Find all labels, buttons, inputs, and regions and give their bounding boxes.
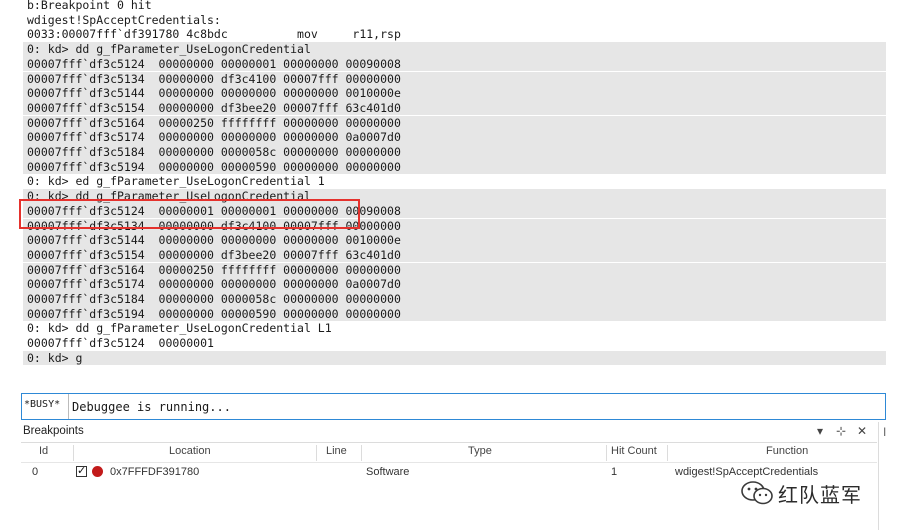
output-line: 00007fff`df3c5154 00000000 df3bee20 0000… — [23, 100, 886, 116]
breakpoints-title: Breakpoints — [23, 425, 84, 437]
command-input[interactable] — [68, 394, 881, 419]
column-header-location[interactable]: Location — [169, 445, 211, 457]
header-divider — [21, 462, 877, 463]
column-separator[interactable] — [606, 445, 607, 461]
output-line: 0033:00007fff`df391780 4c8bdc mov r11,rs… — [27, 27, 401, 42]
watermark: 红队蓝军 — [740, 478, 862, 508]
output-line: 00007fff`df3c5194 00000000 00000590 0000… — [23, 159, 886, 175]
output-line: 00007fff`df3c5134 00000000 df3c4100 0000… — [23, 71, 886, 86]
breakpoint-type: Software — [366, 466, 410, 478]
column-header-function[interactable]: Function — [766, 445, 808, 457]
watermark-text: 红队蓝军 — [778, 482, 862, 507]
output-line: 00007fff`df3c5174 00000000 00000000 0000… — [23, 130, 886, 145]
debugger-output-pane[interactable]: b:Breakpoint 0 hit wdigest!SpAcceptCreden… — [23, 0, 886, 388]
output-line: 00007fff`df3c5184 00000000 0000058c 0000… — [23, 292, 886, 307]
column-separator[interactable] — [361, 445, 362, 461]
output-line: wdigest!SpAcceptCredentials: — [27, 12, 221, 27]
dropdown-icon[interactable]: ▾ — [817, 424, 823, 438]
column-header-hitcount[interactable]: Hit Count — [611, 445, 657, 457]
output-line: 00007fff`df3c5184 00000000 0000058c 0000… — [23, 145, 886, 160]
column-header-line[interactable]: Line — [326, 445, 347, 457]
breakpoint-hitcount: 1 — [611, 466, 618, 478]
output-line: 00007fff`df3c5194 00000000 00000590 0000… — [23, 306, 886, 322]
output-line: 00007fff`df3c5164 00000250 ffffffff 0000… — [23, 262, 886, 278]
output-line: b:Breakpoint 0 hit — [27, 0, 152, 12]
output-line: 00007fff`df3c5154 00000000 df3bee20 0000… — [23, 247, 886, 263]
breakpoints-panel: Breakpoints ▾ ⊹ ✕ Id Location Line Type … — [21, 422, 877, 530]
wechat-icon — [740, 480, 774, 506]
output-line: 0: kd> dd g_fParameter_UseLogonCredentia… — [23, 42, 886, 57]
enabled-checkbox[interactable] — [76, 464, 87, 477]
breakpoints-titlebar: Breakpoints ▾ ⊹ ✕ — [21, 422, 877, 443]
column-header-id[interactable]: Id — [39, 445, 48, 457]
output-line: 00007fff`df3c5164 00000250 ffffffff 0000… — [23, 115, 886, 131]
column-separator[interactable] — [316, 445, 317, 461]
column-separator[interactable] — [667, 445, 668, 461]
close-icon[interactable]: ✕ — [857, 424, 867, 438]
output-line: 00007fff`df3c5144 00000000 00000000 0000… — [23, 233, 886, 248]
column-header-type[interactable]: Type — [468, 445, 492, 457]
side-panel-marker: I — [883, 425, 887, 439]
output-line: 00007fff`df3c5124 00000001 — [27, 336, 214, 351]
output-line: 00007fff`df3c5144 00000000 00000000 0000… — [23, 86, 886, 101]
breakpoint-id: 0 — [32, 466, 39, 478]
highlight-box — [19, 199, 360, 229]
side-panel-edge: I — [878, 422, 899, 530]
busy-status: *BUSY* — [24, 399, 61, 410]
breakpoint-function: wdigest!SpAcceptCredentials — [675, 466, 819, 478]
pin-icon[interactable]: ⊹ — [836, 424, 846, 438]
output-line: 00007fff`df3c5124 00000000 00000001 0000… — [23, 56, 886, 72]
output-line: 00007fff`df3c5174 00000000 00000000 0000… — [23, 277, 886, 292]
output-line: 0: kd> ed g_fParameter_UseLogonCredentia… — [27, 174, 325, 189]
breakpoint-dot-icon — [92, 466, 103, 477]
column-separator[interactable] — [73, 445, 74, 461]
breakpoint-location: 0x7FFFDF391780 — [110, 466, 200, 478]
output-line: 0: kd> g — [23, 350, 886, 366]
output-line: 0: kd> dd g_fParameter_UseLogonCredentia… — [27, 321, 332, 336]
command-bar[interactable]: *BUSY* — [21, 393, 886, 420]
